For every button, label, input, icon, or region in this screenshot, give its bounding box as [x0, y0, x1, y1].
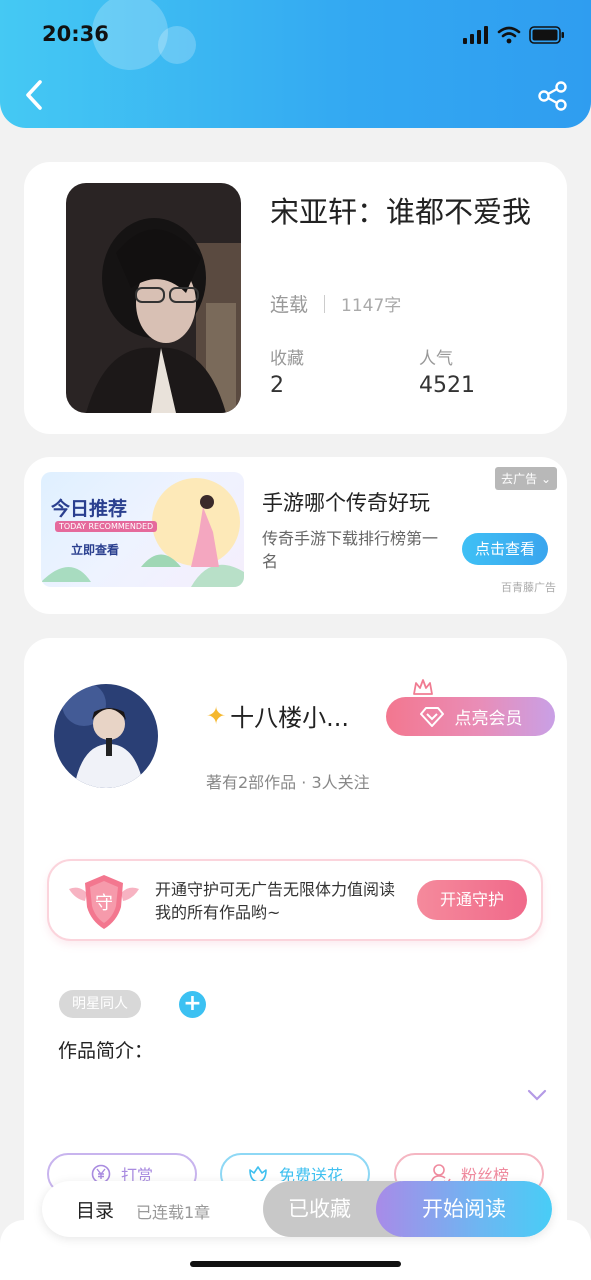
- battery-icon: [529, 26, 564, 44]
- guard-text: 开通守护可无广告无限体力值阅读我的所有作品哟~: [155, 880, 396, 922]
- favorites-label: 收藏: [270, 349, 304, 369]
- home-indicator: [190, 1261, 401, 1267]
- star-badge-icon: ✦: [206, 701, 227, 730]
- start-reading-button[interactable]: 开始阅读: [376, 1181, 552, 1237]
- ad-image-subtitle: TODAY RECOMMENDED: [55, 521, 158, 532]
- wifi-icon: [497, 26, 521, 44]
- genre-tag[interactable]: 明星同人: [59, 990, 141, 1018]
- author-name-row[interactable]: ✦ 十八楼小...: [206, 698, 349, 733]
- crown-icon: [413, 679, 433, 695]
- author-name: 十八楼小...: [230, 704, 349, 732]
- author-meta: 著有2部作品 · 3人关注: [206, 773, 370, 792]
- status-time: 20:36: [42, 22, 109, 46]
- ad-card[interactable]: 今日推荐 TODAY RECOMMENDED 立即查看 去广告 ⌄ 手游哪个传奇…: [24, 457, 567, 614]
- vip-button-label: 点亮会员: [454, 709, 523, 729]
- ad-title: 手游哪个传奇好玩: [262, 491, 430, 515]
- favorites-value: 2: [270, 373, 284, 398]
- guard-badge-text: 守: [95, 893, 113, 914]
- status-icons: [463, 26, 565, 44]
- share-icon[interactable]: [537, 80, 569, 112]
- open-guard-button[interactable]: 开通守护: [417, 880, 527, 920]
- book-title: 宋亚轩：谁都不爱我: [270, 195, 532, 229]
- vip-button[interactable]: 点亮会员: [386, 697, 555, 736]
- ad-view-button[interactable]: 点击查看: [462, 533, 548, 565]
- ad-source: 百青藤广告: [501, 581, 556, 594]
- book-status-row: 连载 1147字: [270, 290, 401, 317]
- popularity-value: 4521: [419, 373, 475, 398]
- guard-banner[interactable]: 守 开通守护可无广告无限体力值阅读我的所有作品哟~ 开通守护: [47, 859, 543, 941]
- intro-label: 作品简介：: [58, 1040, 154, 1062]
- divider: [324, 294, 326, 313]
- bottom-action-bar: 目录 已连载1章 已收藏 开始阅读: [42, 1181, 552, 1237]
- book-cover[interactable]: [66, 183, 241, 413]
- guard-shield-icon: 守: [69, 875, 139, 929]
- ad-image-title: 今日推荐: [51, 498, 128, 520]
- ad-description: 传奇手游下载排行榜第一名: [262, 529, 439, 571]
- chevron-down-icon[interactable]: [526, 1088, 548, 1102]
- chevron-down-icon: ⌄: [540, 472, 551, 486]
- remove-ad-label: 去广告: [501, 472, 538, 486]
- decor-bubble: [158, 26, 196, 64]
- toc-button[interactable]: 目录: [76, 1196, 114, 1223]
- author-avatar[interactable]: [54, 684, 158, 788]
- signal-icon: [463, 26, 488, 44]
- diamond-icon: [419, 706, 444, 727]
- serial-status: 连载: [270, 294, 309, 316]
- back-icon[interactable]: [20, 78, 50, 112]
- add-tag-icon[interactable]: +: [179, 991, 206, 1018]
- header: 20:36: [0, 0, 591, 128]
- book-info-card: 宋亚轩：谁都不爱我 连载 1147字 收藏 2 人气 4521: [24, 162, 567, 434]
- word-count: 1147字: [341, 296, 402, 316]
- chapter-status: 已连载1章: [136, 1203, 211, 1222]
- remove-ad-button[interactable]: 去广告 ⌄: [495, 467, 557, 490]
- popularity-label: 人气: [419, 349, 453, 369]
- ad-image[interactable]: 今日推荐 TODAY RECOMMENDED 立即查看: [41, 472, 244, 587]
- ad-image-cta: 立即查看: [71, 543, 120, 557]
